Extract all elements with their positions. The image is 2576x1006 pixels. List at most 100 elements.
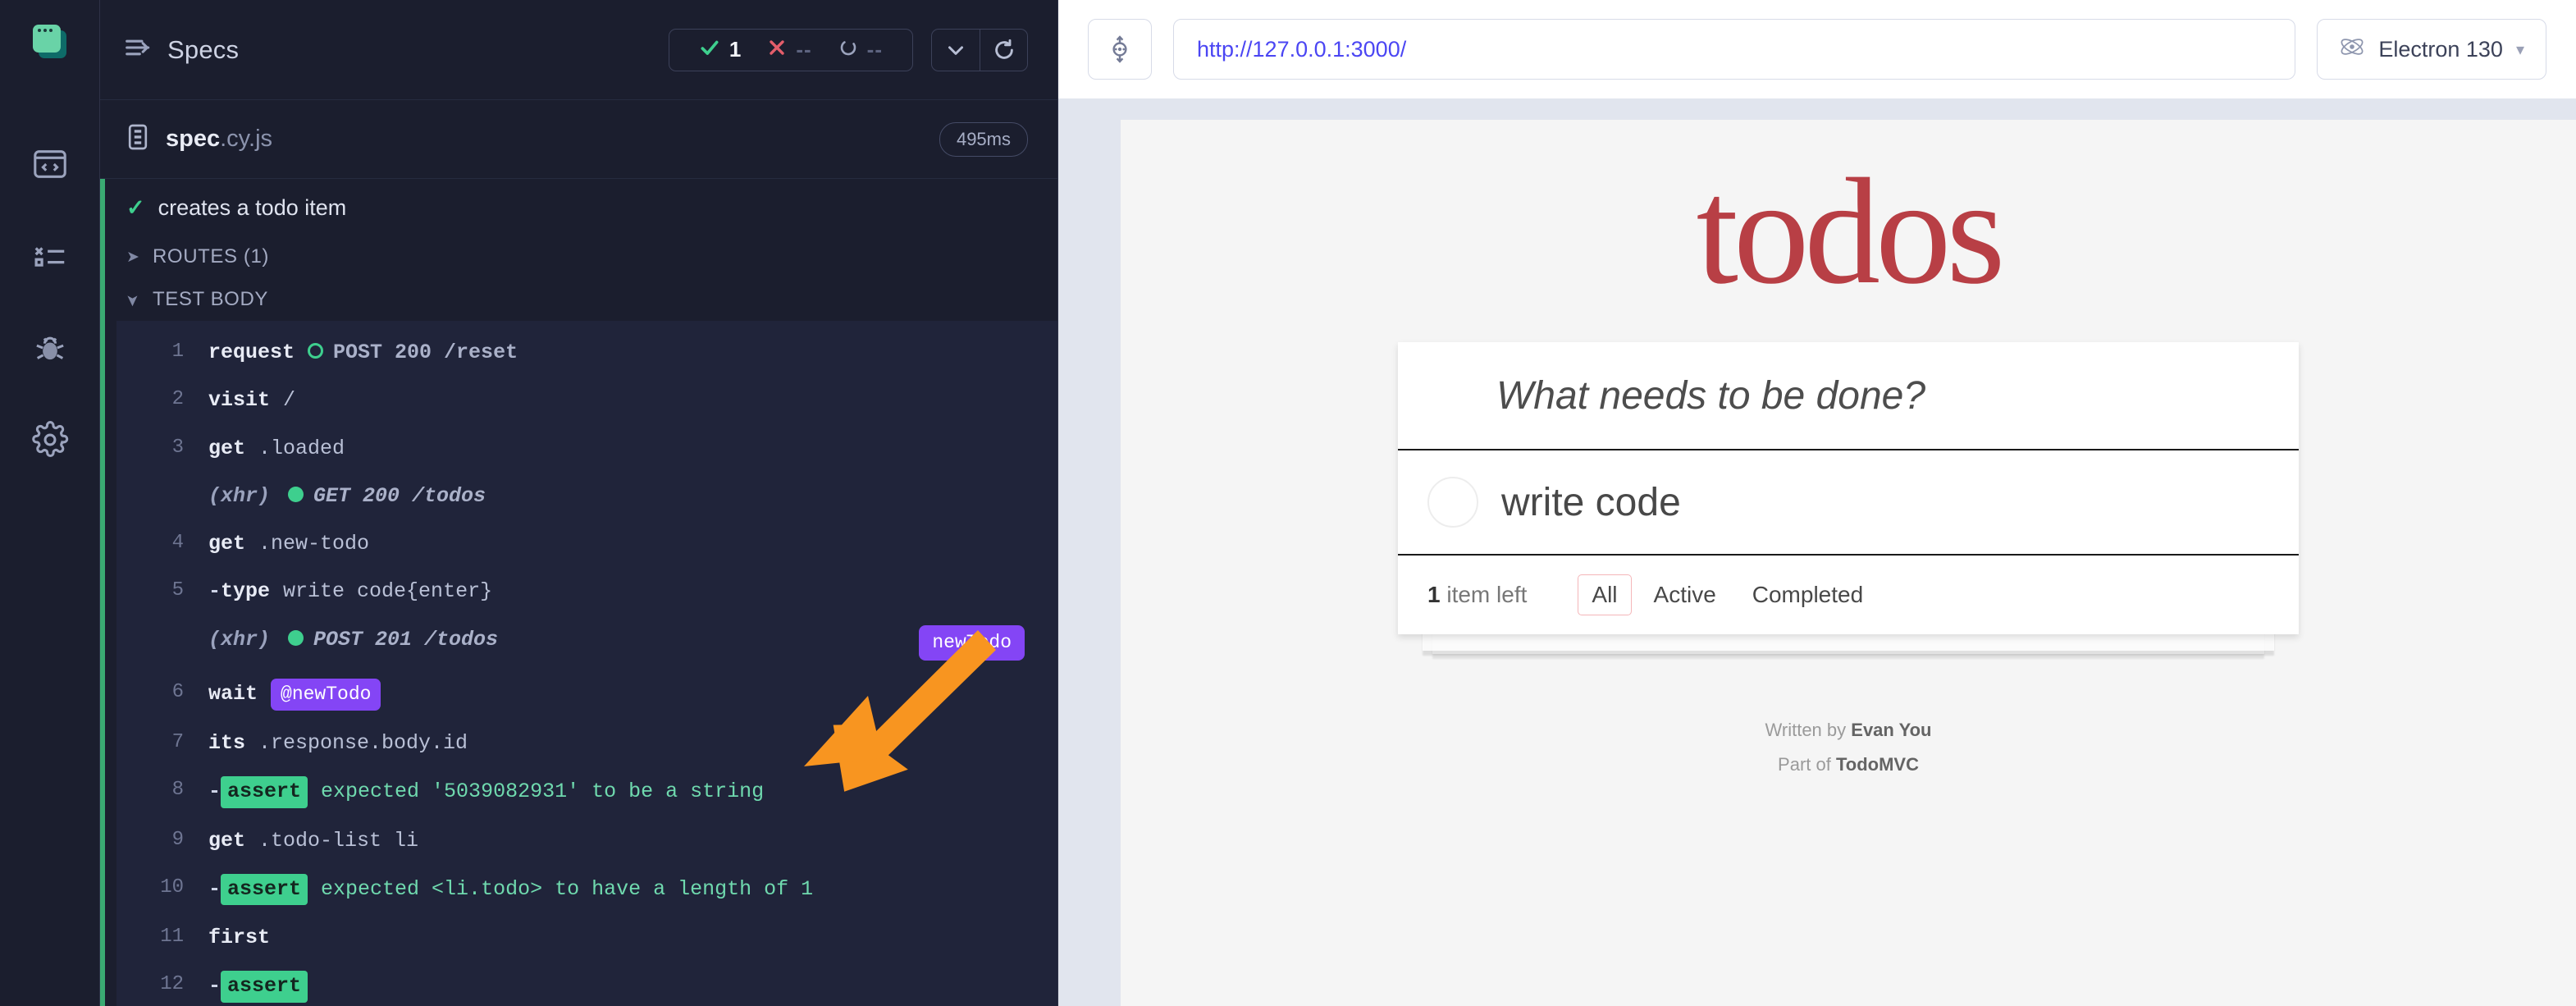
chevron-down-icon: ▾ (2515, 40, 2524, 59)
new-todo-input[interactable]: What needs to be done? (1398, 342, 2299, 450)
todo-footer: 1 item left All Active Completed (1398, 556, 2299, 634)
child-command-dash: - (208, 780, 222, 804)
command-method: type (221, 579, 271, 604)
assert-text: expected <li.todo> to have attribute dat… (222, 1003, 1012, 1006)
spec-duration-badge: 495ms (939, 121, 1028, 157)
assertion-row[interactable]: 8 - assert expected '5039082931' to be a … (116, 767, 1057, 816)
command-row[interactable]: 2 visit / (116, 377, 1057, 424)
command-number: 7 (171, 731, 184, 754)
command-number: 8 (171, 779, 184, 802)
crosshair-icon[interactable] (1088, 19, 1152, 80)
command-method: get (208, 828, 246, 853)
command-row[interactable]: 11 first (116, 914, 1057, 962)
command-row[interactable]: 5 - type write code{enter} (116, 568, 1057, 615)
todo-count-number: 1 (1427, 582, 1441, 607)
command-method: its (208, 731, 246, 756)
x-icon (767, 38, 787, 62)
xhr-row[interactable]: (xhr) GET 200 /todos (116, 473, 1057, 520)
command-number: 4 (171, 532, 184, 554)
command-xhr-info: POST 200 /reset (333, 341, 518, 364)
assertion-row[interactable]: 12 -assert expected <li.todo> to have at… (116, 962, 1057, 1006)
url-input[interactable]: http://127.0.0.1:3000/ (1173, 19, 2296, 80)
credits-author: Evan You (1851, 720, 1932, 740)
xhr-args: GET 200 /todos (288, 482, 486, 511)
specs-icon[interactable] (0, 118, 100, 210)
assert-tag: assert (221, 873, 308, 906)
filter-all[interactable]: All (1578, 574, 1632, 615)
test-body-group-header[interactable]: ➤ TEST BODY (105, 278, 1057, 321)
command-row[interactable]: 4 get .new-todo (116, 520, 1057, 568)
command-method: get (208, 532, 246, 556)
todo-count-text: item left (1440, 582, 1528, 607)
child-command-dash: - (208, 974, 222, 999)
status-dot-icon (288, 486, 304, 502)
todo-list-item[interactable]: write code (1398, 450, 2299, 556)
filter-completed[interactable]: Completed (1738, 574, 1877, 615)
todo-toggle-checkbox[interactable] (1427, 477, 1478, 528)
filter-active[interactable]: Active (1640, 574, 1730, 615)
command-number: 3 (171, 436, 184, 459)
credits-written-prefix: Written by (1765, 720, 1852, 740)
restart-button[interactable] (980, 29, 1027, 71)
credits-part-prefix: Part of (1778, 753, 1836, 775)
reporter-header: Specs 1 -- -- (100, 0, 1057, 100)
test-block: ✓ creates a todo item ➤ ROUTES (1) ➤ TES… (100, 179, 1057, 1006)
stat-passed-value: 1 (728, 37, 742, 62)
assert-text: expected '5039082931' to be a string (321, 780, 765, 804)
command-args: .todo-list li (258, 828, 419, 853)
new-todo-placeholder: What needs to be done? (1496, 373, 1926, 418)
alias-badge[interactable]: newTodo (919, 624, 1025, 661)
application-under-test[interactable]: todos What needs to be done? write code … (1121, 120, 2576, 1006)
cypress-logo (31, 23, 69, 61)
xhr-info: POST 201 /todos (313, 627, 499, 652)
stat-passed: 1 (686, 37, 754, 62)
todoapp-credits: Written by Evan You Part of TodoMVC (1121, 713, 2576, 782)
xhr-args: POST 201 /todos (288, 625, 498, 655)
test-passed-check-icon: ✓ (126, 195, 145, 220)
command-row[interactable]: 6 wait @newTodo (116, 670, 1057, 720)
command-row[interactable]: 9 get .todo-list li (116, 817, 1057, 865)
command-method: wait (208, 681, 258, 706)
assert-tag: assert (221, 776, 308, 808)
chevron-down-icon: ➤ (123, 293, 141, 308)
xhr-row[interactable]: (xhr) POST 201 /todos newTodo (116, 616, 1057, 670)
stat-failed-value: -- (796, 37, 812, 62)
todos-title: todos (1696, 148, 2006, 316)
xhr-info: GET 200 /todos (313, 483, 486, 508)
browser-selector[interactable]: Electron 130 ▾ (2317, 19, 2546, 80)
settings-icon[interactable] (0, 394, 100, 486)
routes-group-header[interactable]: ➤ ROUTES (1) (105, 235, 1057, 278)
test-title: creates a todo item (158, 195, 347, 220)
check-icon (699, 37, 720, 62)
reporter-controls (931, 28, 1028, 71)
command-number: 12 (160, 973, 184, 996)
command-number: 11 (160, 926, 184, 949)
test-command-log[interactable]: ✓ creates a todo item ➤ ROUTES (1) ➤ TES… (100, 179, 1057, 1006)
test-stats: 1 -- -- (668, 28, 913, 71)
todoapp-container: What needs to be done? write code 1 item… (1398, 342, 2299, 634)
assertion-row[interactable]: 10 - assert expected <li.todo> to have a … (116, 865, 1057, 914)
test-title-row[interactable]: ✓ creates a todo item (105, 179, 1057, 235)
child-command-dash: - (208, 579, 222, 604)
electron-icon (2339, 34, 2365, 66)
status-dot-icon (308, 343, 324, 359)
command-number: 2 (171, 388, 184, 411)
status-dot-icon (288, 629, 304, 646)
command-row[interactable]: 3 get .loaded (116, 425, 1057, 473)
command-args: .response.body.id (258, 731, 468, 756)
command-args: .new-todo (258, 532, 370, 556)
collapse-all-button[interactable] (932, 30, 980, 71)
credits-project: TodoMVC (1835, 753, 1919, 775)
spec-file-name: spec .cy.js (166, 126, 272, 153)
command-method: request (208, 341, 295, 364)
command-row[interactable]: 1 request POST 200 /reset (116, 329, 1057, 377)
pending-icon (838, 38, 858, 62)
assert-text: expected <li.todo> to have a length of 1 (321, 876, 814, 901)
reporter-header-right: 1 -- -- (668, 28, 1028, 71)
aut-viewport: todos What needs to be done? write code … (1058, 98, 2576, 1006)
command-row[interactable]: 7 its .response.body.id (116, 720, 1057, 767)
alias-chip[interactable]: @newTodo (271, 678, 381, 711)
debug-icon[interactable] (0, 302, 100, 394)
runs-icon[interactable] (0, 210, 100, 302)
specs-nav-button[interactable]: Specs (125, 35, 239, 65)
